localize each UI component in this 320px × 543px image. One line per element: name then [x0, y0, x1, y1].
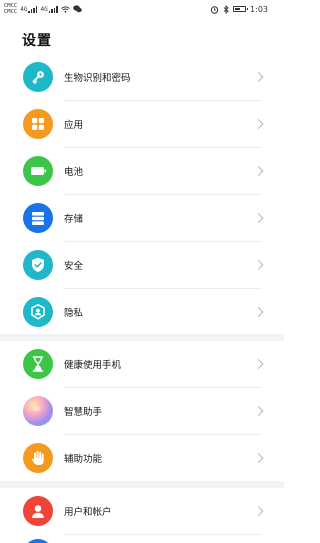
item-label: 生物识别和密码	[64, 73, 131, 84]
icon-badge	[23, 156, 53, 186]
settings-item-apps[interactable]: 应用	[0, 101, 284, 147]
item-label: 存储	[64, 214, 84, 225]
signal-bars-icon	[48, 5, 58, 13]
chevron-right-icon	[253, 119, 264, 129]
settings-item-biometrics[interactable]: 生物识别和密码	[0, 54, 284, 100]
item-label: 智慧助手	[64, 407, 103, 418]
icon-badge	[23, 496, 53, 526]
battery-icon	[30, 167, 46, 175]
signal-2: 4G	[40, 5, 58, 13]
icon-badge	[23, 297, 53, 327]
icon-badge	[23, 109, 53, 139]
settings-item-users-accounts[interactable]: 用户和帐户	[0, 488, 284, 534]
item-label: 用户和帐户	[64, 507, 112, 518]
key-icon	[32, 71, 44, 84]
divider	[64, 534, 262, 535]
settings-item-security[interactable]: 安全	[0, 242, 284, 288]
hourglass-icon	[32, 356, 44, 372]
chevron-right-icon	[253, 166, 264, 176]
wifi-icon	[60, 5, 70, 13]
section-separator	[0, 481, 284, 488]
icon-badge	[23, 396, 53, 426]
apps-grid-icon	[32, 118, 44, 130]
chevron-right-icon	[253, 453, 264, 463]
icon-badge	[23, 349, 53, 379]
status-bar: CMCC CMCC 4G 4G 1:03	[0, 0, 284, 18]
settings-item-battery[interactable]: 电池	[0, 148, 284, 194]
carrier-bottom: CMCC	[4, 9, 18, 15]
section-separator	[0, 334, 284, 341]
icon-badge	[23, 62, 53, 92]
chat-icon	[72, 5, 82, 13]
privacy-icon	[31, 304, 45, 320]
settings-group-1: 生物识别和密码 应用 电池 存储 安全 隐私	[0, 54, 284, 334]
icon-badge	[23, 250, 53, 280]
battery-indicator	[233, 6, 249, 12]
chevron-right-icon	[253, 72, 264, 82]
settings-item-storage[interactable]: 存储	[0, 195, 284, 241]
chevron-right-icon	[253, 213, 264, 223]
chevron-right-icon	[253, 307, 264, 317]
user-icon	[32, 504, 44, 518]
status-bar-left: CMCC CMCC 4G 4G	[4, 2, 82, 16]
assistant-orb-icon	[33, 406, 41, 412]
settings-group-2: 健康使用手机 智慧助手 辅助功能	[0, 341, 284, 481]
alarm-icon	[210, 5, 219, 14]
battery-fill	[235, 8, 241, 10]
storage-icon	[32, 211, 44, 225]
item-label: 安全	[64, 261, 84, 272]
icon-badge	[23, 443, 53, 473]
settings-item-privacy[interactable]: 隐私	[0, 289, 284, 335]
network-type-2: 4G	[40, 5, 48, 13]
carrier-labels: CMCC CMCC	[4, 3, 17, 15]
item-label: 应用	[64, 120, 84, 131]
chevron-right-icon	[253, 359, 264, 369]
clock: 1:03	[250, 4, 268, 14]
network-type-1: 4G	[20, 5, 28, 13]
item-label: 隐私	[64, 308, 84, 319]
status-bar-right: 1:03	[210, 3, 268, 15]
page-title: 设置	[22, 33, 52, 49]
icon-badge	[23, 203, 53, 233]
settings-item-digital-balance[interactable]: 健康使用手机	[0, 341, 284, 387]
signal-1: 4G	[20, 5, 38, 13]
shield-check-icon	[32, 257, 44, 272]
partial-next-item-icon	[23, 539, 53, 543]
settings-item-accessibility[interactable]: 辅助功能	[0, 435, 284, 481]
item-label: 辅助功能	[64, 454, 103, 465]
settings-group-3: 用户和帐户	[0, 488, 284, 543]
chevron-right-icon	[253, 506, 264, 516]
chevron-right-icon	[253, 260, 264, 270]
signal-bars-icon	[28, 5, 38, 13]
bluetooth-icon	[223, 4, 229, 14]
item-label: 电池	[64, 167, 84, 178]
settings-item-smart-assistant[interactable]: 智慧助手	[0, 388, 284, 434]
hand-icon	[31, 451, 44, 465]
chevron-right-icon	[253, 406, 264, 416]
item-label: 健康使用手机	[64, 360, 122, 371]
